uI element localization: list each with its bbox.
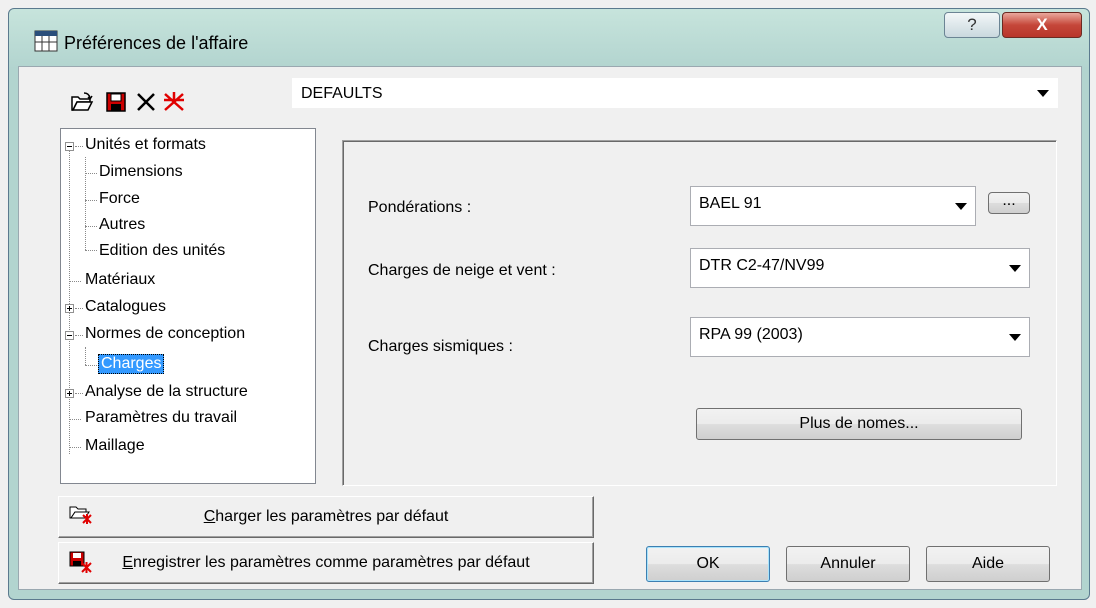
- tree-line: [69, 419, 81, 420]
- ok-button[interactable]: OK: [646, 546, 770, 582]
- new-icon[interactable]: [162, 90, 186, 114]
- tree-line: [69, 281, 81, 282]
- tree-item-meshing[interactable]: Maillage: [85, 437, 145, 455]
- snow-wind-label: Charges de neige et vent :: [368, 262, 556, 279]
- preset-select[interactable]: DEFAULTS: [292, 78, 1058, 108]
- load-defaults-label: harger les paramètres par défaut: [215, 508, 449, 525]
- save-defaults-button[interactable]: Enregistrer les paramètres comme paramèt…: [58, 542, 594, 584]
- tree-item-job-params[interactable]: Paramètres du travail: [85, 409, 237, 427]
- ellipsis-icon: ...: [1002, 192, 1016, 209]
- browse-button[interactable]: ...: [988, 192, 1030, 214]
- question-icon: ?: [967, 15, 977, 34]
- tree-line: [75, 393, 83, 394]
- seismic-label: Charges sismiques :: [368, 338, 513, 355]
- tree-item-dimensions[interactable]: Dimensions: [99, 163, 183, 181]
- expand-icon[interactable]: [65, 389, 74, 398]
- tree-line: [85, 250, 97, 251]
- tree-item-others[interactable]: Autres: [99, 216, 145, 234]
- more-norms-label: Plus de nomes...: [799, 415, 919, 432]
- tree-line: [69, 447, 81, 448]
- ponderations-label: Pondérations :: [368, 199, 472, 216]
- close-button[interactable]: X: [1002, 12, 1082, 38]
- load-defaults-button[interactable]: Charger les paramètres par défaut: [58, 496, 594, 538]
- tree-item-force[interactable]: Force: [99, 190, 140, 208]
- ok-label: OK: [696, 555, 720, 572]
- tree-line: [85, 226, 97, 227]
- help-button[interactable]: Aide: [926, 546, 1050, 582]
- save-defaults-label: nregistrer les paramètres comme paramètr…: [133, 554, 530, 571]
- tree-item-structure-analysis[interactable]: Analyse de la structure: [85, 383, 248, 401]
- help-label: Aide: [971, 555, 1005, 572]
- app-icon: [34, 30, 58, 52]
- tree-line: [85, 347, 86, 365]
- snow-wind-value: DTR C2-47/NV99: [699, 257, 825, 274]
- tree-line: [85, 173, 97, 174]
- load-defaults-mnemonic: C: [203, 508, 216, 525]
- tree-line: [75, 308, 83, 309]
- tree-item-units-edit[interactable]: Edition des unités: [99, 242, 225, 260]
- chevron-down-icon: [955, 203, 967, 210]
- tree-line: [85, 200, 97, 201]
- seismic-value: RPA 99 (2003): [699, 326, 803, 343]
- save-defaults-mnemonic: E: [122, 554, 134, 571]
- close-icon: X: [1036, 15, 1048, 34]
- window-title: Préférences de l'affaire: [64, 33, 249, 53]
- ponderations-select[interactable]: BAEL 91: [690, 186, 976, 226]
- more-norms-button[interactable]: Plus de nomes...: [696, 408, 1022, 440]
- help-title-button[interactable]: ?: [944, 12, 1000, 38]
- tree-line: [75, 146, 83, 147]
- tree-item-design-codes[interactable]: Normes de conception: [85, 325, 245, 343]
- tree-item-catalogs[interactable]: Catalogues: [85, 298, 166, 316]
- tree-line: [85, 157, 86, 250]
- snow-wind-select[interactable]: DTR C2-47/NV99: [690, 248, 1030, 288]
- preset-value: DEFAULTS: [301, 85, 383, 102]
- delete-icon[interactable]: [134, 90, 158, 114]
- save-icon[interactable]: [104, 90, 128, 114]
- seismic-select[interactable]: RPA 99 (2003): [690, 317, 1030, 357]
- chevron-down-icon: [1037, 90, 1049, 97]
- tree-item-loads[interactable]: Charges: [98, 354, 165, 374]
- settings-tree[interactable]: Unités et formats Dimensions Force Autre…: [60, 128, 316, 484]
- expand-icon[interactable]: [65, 304, 74, 313]
- ponderations-value: BAEL 91: [699, 195, 762, 212]
- collapse-icon[interactable]: [65, 331, 74, 340]
- tree-item-units[interactable]: Unités et formats: [85, 136, 206, 154]
- cancel-button[interactable]: Annuler: [786, 546, 910, 582]
- chevron-down-icon: [1009, 265, 1021, 272]
- tree-item-materials[interactable]: Matériaux: [85, 271, 155, 289]
- tree-line: [69, 146, 70, 454]
- tree-line: [85, 365, 97, 366]
- cancel-label: Annuler: [820, 555, 876, 572]
- collapse-icon[interactable]: [65, 142, 74, 151]
- tree-line: [75, 335, 83, 336]
- open-folder-icon[interactable]: [70, 90, 94, 114]
- chevron-down-icon: [1009, 334, 1021, 341]
